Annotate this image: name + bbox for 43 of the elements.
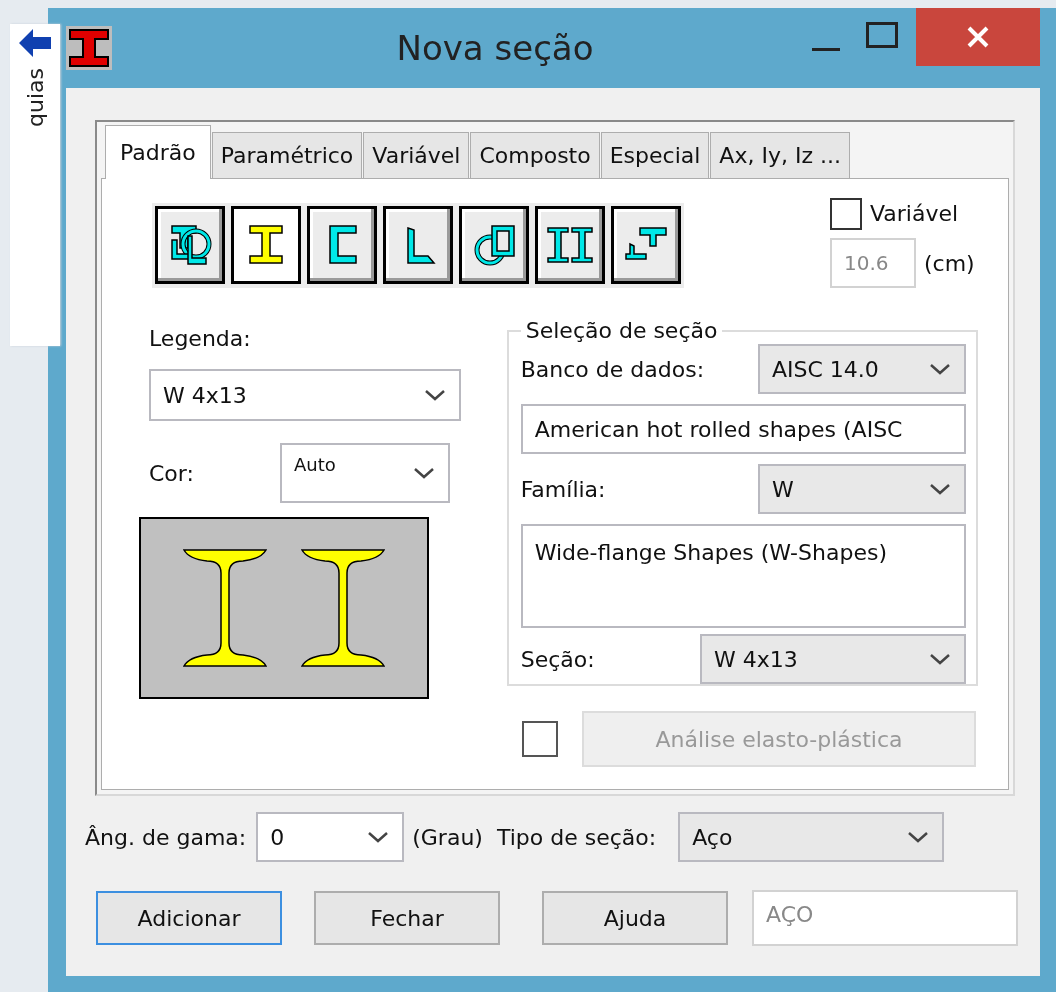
arrow-left-icon (19, 28, 51, 58)
close-icon (916, 8, 1040, 66)
section-type-button[interactable] (307, 206, 377, 284)
field-label: Cor: (149, 459, 194, 488)
field-label: Tipo de seção: (496, 823, 657, 852)
dropdown[interactable]: W 4x13 (149, 369, 461, 421)
minimize-icon (812, 48, 840, 51)
window-title: Nova seção (395, 26, 595, 70)
tab[interactable]: Padrão (105, 125, 211, 179)
chevron-down-icon (423, 387, 447, 403)
tab[interactable]: Paramétrico (211, 132, 363, 178)
field-label: Legenda: (149, 325, 252, 353)
section-type-button[interactable] (459, 206, 529, 284)
section-type-button[interactable] (383, 206, 453, 284)
tab[interactable]: Variável (363, 132, 470, 178)
field-label: Família: (520, 475, 606, 504)
tab[interactable]: Ax, Iy, Iz ... (710, 132, 850, 178)
section-type-button[interactable] (231, 206, 301, 284)
field-label: Banco de dados: (520, 355, 705, 384)
dialog-button[interactable]: Fechar (314, 891, 500, 945)
section-type-button[interactable] (155, 206, 225, 284)
dropdown[interactable]: Auto (279, 443, 450, 503)
maximize-icon (866, 22, 898, 48)
dropdown[interactable]: AISC 14.0 (758, 344, 966, 395)
dropdown[interactable]: W 4x13 (700, 634, 966, 685)
text-area[interactable]: Wide-flange Shapes (W-Shapes) (520, 524, 966, 629)
field-label: Seção: (520, 645, 595, 674)
text-field[interactable]: American hot rolled shapes (AISC (520, 404, 966, 455)
section-type-button[interactable] (611, 206, 681, 284)
unit-label: (Grau) (412, 823, 483, 852)
guide-tab-label[interactable]: quias (18, 68, 52, 127)
app-icon (66, 26, 112, 70)
tab[interactable]: Especial (600, 132, 710, 178)
field-label: Âng. de gama: (85, 823, 247, 852)
section-type-button[interactable] (535, 206, 605, 284)
checkbox-label: Variável (870, 200, 959, 228)
dropdown[interactable]: W (758, 464, 966, 515)
dialog-button[interactable]: Adicionar (96, 891, 282, 945)
unit-label: (cm) (924, 249, 975, 278)
dialog-button[interactable]: Ajuda (542, 891, 728, 945)
tab[interactable]: Composto (470, 132, 600, 178)
dropdown[interactable]: Aço (678, 812, 945, 862)
dropdown[interactable]: 0 (256, 812, 405, 862)
